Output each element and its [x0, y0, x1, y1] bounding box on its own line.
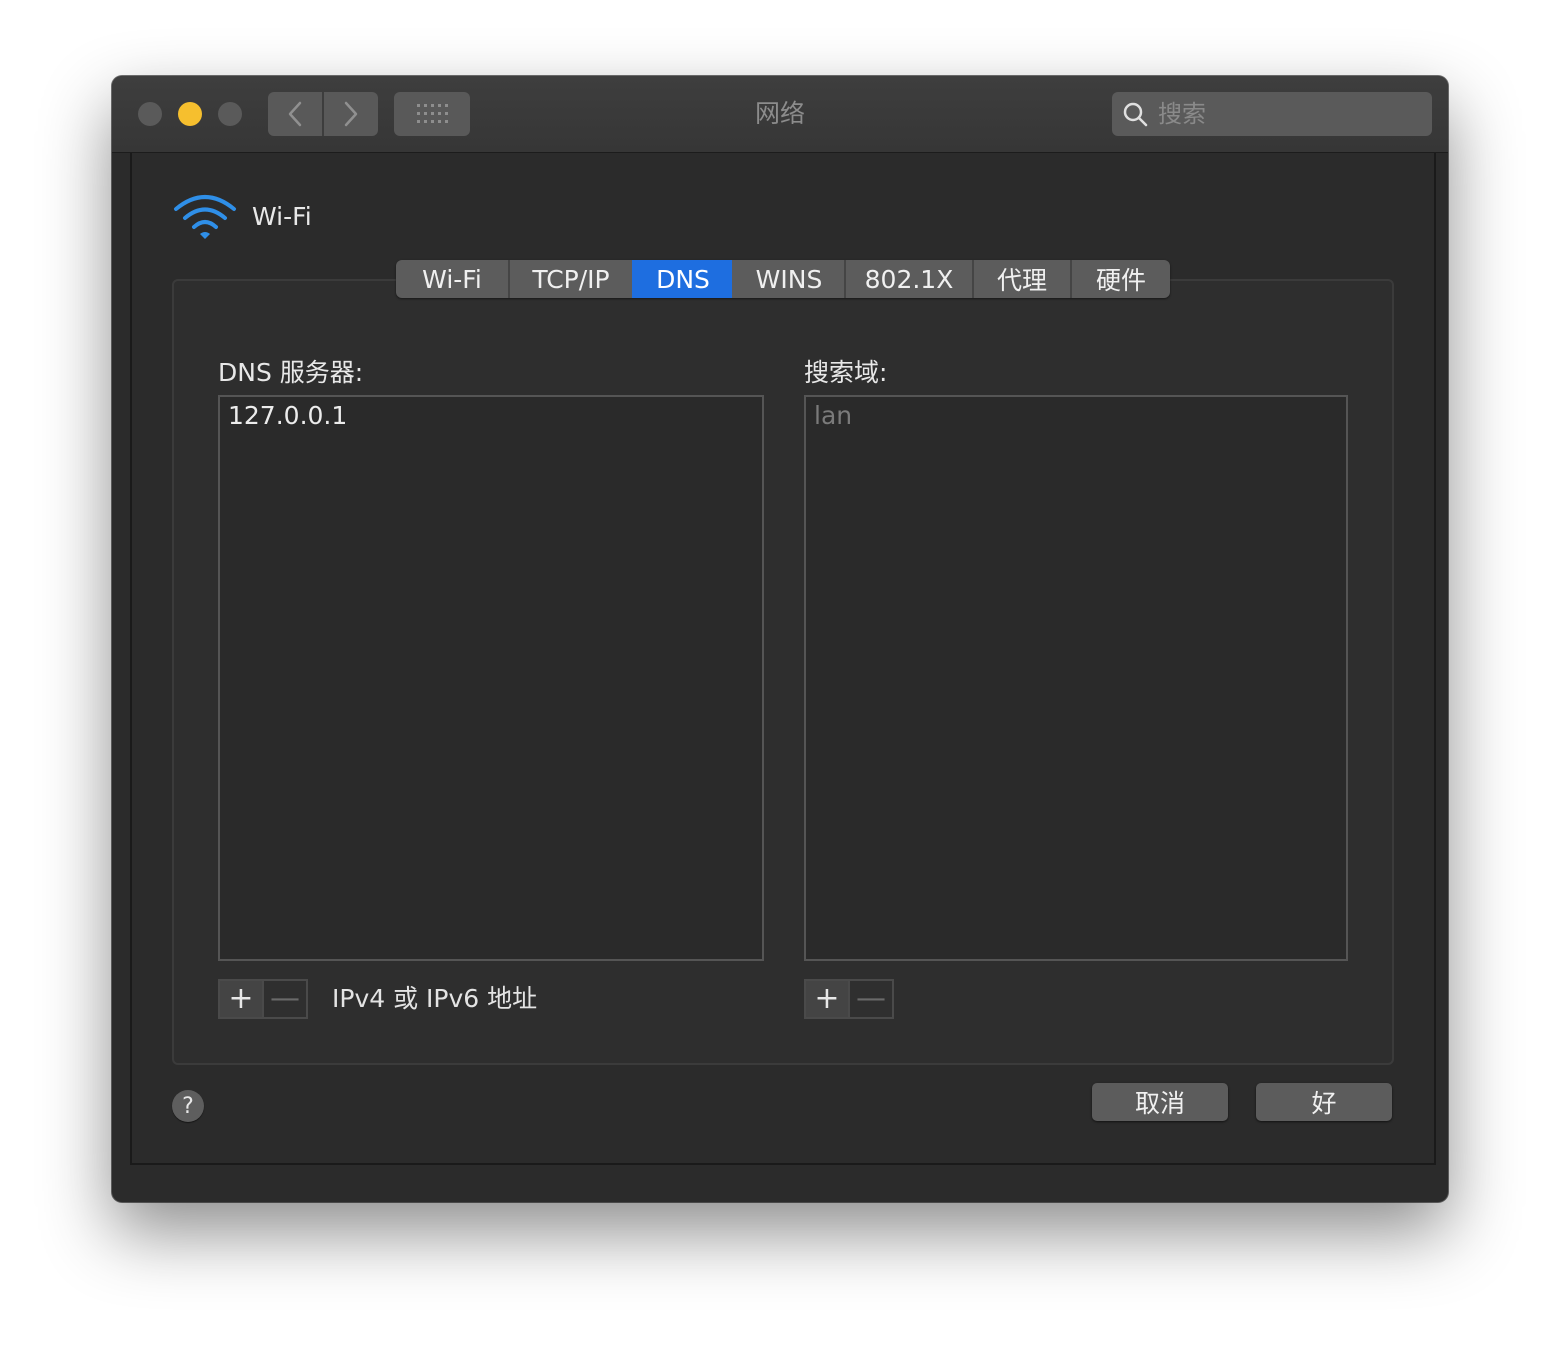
grid-icon	[417, 104, 448, 123]
close-window-button[interactable]	[138, 102, 162, 126]
wifi-icon	[174, 195, 236, 239]
zoom-window-button[interactable]	[218, 102, 242, 126]
list-item[interactable]: lan	[806, 397, 1346, 434]
show-all-button[interactable]	[394, 92, 470, 136]
title-bar: 网络	[112, 76, 1448, 153]
ok-button[interactable]: 好	[1256, 1083, 1392, 1121]
chevron-left-icon	[288, 101, 302, 127]
minimize-window-button[interactable]	[178, 102, 202, 126]
forward-button[interactable]	[322, 92, 378, 136]
content-area: Wi-Fi DNS 服务器: 127.0.0.1 + — IPv4 或 IPv6…	[130, 153, 1436, 1165]
dns-address-hint: IPv4 或 IPv6 地址	[332, 984, 538, 1013]
search-domains-label: 搜索域:	[804, 358, 888, 387]
navigation-buttons	[268, 92, 378, 136]
service-name: Wi-Fi	[252, 201, 312, 231]
service-header: Wi-Fi	[172, 191, 312, 241]
back-button[interactable]	[268, 92, 322, 136]
network-preferences-window: 网络 Wi-Fi DNS 服务器: 127.0.0.1	[112, 76, 1448, 1202]
add-dns-server-button[interactable]: +	[220, 981, 262, 1017]
remove-search-domain-button[interactable]: —	[848, 981, 892, 1017]
chevron-right-icon	[344, 101, 358, 127]
tab-dns[interactable]: DNS	[632, 260, 732, 298]
search-field[interactable]	[1112, 92, 1432, 136]
search-domains-add-remove: + —	[804, 979, 894, 1019]
search-input[interactable]	[1156, 99, 1420, 129]
tab-hardware[interactable]: 硬件	[1070, 260, 1170, 298]
help-button[interactable]: ?	[172, 1090, 204, 1122]
dns-servers-add-remove: + —	[218, 979, 308, 1019]
add-search-domain-button[interactable]: +	[806, 981, 848, 1017]
remove-dns-server-button[interactable]: —	[262, 981, 306, 1017]
tab-wifi[interactable]: Wi-Fi	[396, 260, 508, 298]
tab-bar: Wi-Fi TCP/IP DNS WINS 802.1X 代理 硬件	[396, 260, 1170, 298]
list-item[interactable]: 127.0.0.1	[220, 397, 762, 434]
dns-servers-list[interactable]: 127.0.0.1	[218, 395, 764, 961]
tab-8021x[interactable]: 802.1X	[844, 260, 972, 298]
search-domains-list[interactable]: lan	[804, 395, 1348, 961]
tab-proxy[interactable]: 代理	[972, 260, 1070, 298]
search-icon	[1123, 102, 1148, 127]
cancel-button[interactable]: 取消	[1092, 1083, 1228, 1121]
dns-servers-label: DNS 服务器:	[218, 358, 364, 387]
tab-tcpip[interactable]: TCP/IP	[508, 260, 632, 298]
dns-tab-panel: DNS 服务器: 127.0.0.1 + — IPv4 或 IPv6 地址 搜索…	[172, 279, 1394, 1065]
tab-wins[interactable]: WINS	[732, 260, 844, 298]
